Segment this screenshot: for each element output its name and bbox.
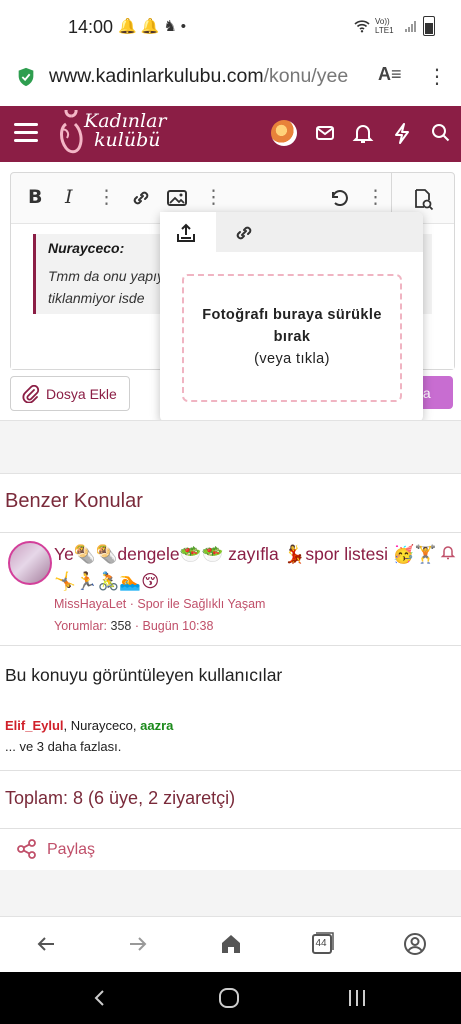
home-icon[interactable] [218, 931, 244, 957]
lock-icon[interactable] [15, 66, 37, 88]
more-edit-icon[interactable]: ⋮ [366, 186, 385, 209]
system-back-icon[interactable] [90, 988, 110, 1008]
footer-band [0, 870, 461, 916]
dropzone-subtitle: (veya tıkla) [254, 351, 330, 367]
quote-line: Tmm da onu yapıy [48, 268, 164, 284]
viewers-title: Bu konuyu görüntüleyen kullanıcılar [5, 665, 283, 685]
status-right-icons: Vo)) LTE1 [354, 16, 435, 36]
user-avatar[interactable] [271, 120, 297, 146]
logo-figure[interactable] [56, 110, 86, 156]
bell-icon[interactable] [440, 544, 456, 560]
link-icon [236, 226, 252, 240]
reader-mode-icon[interactable]: A≡ [378, 64, 402, 85]
undo-icon[interactable] [327, 187, 349, 209]
forward-icon[interactable] [125, 931, 151, 957]
viewer-link[interactable]: aazra [140, 718, 173, 733]
section-separator [0, 420, 461, 474]
replies-label: Yorumlar: [54, 619, 108, 633]
share-icon[interactable] [16, 838, 38, 860]
bold-icon[interactable]: B [28, 186, 42, 208]
upload-icon [177, 223, 195, 242]
attach-label: Dosya Ekle [46, 386, 117, 402]
preview-icon [415, 189, 434, 211]
battery-icon [423, 16, 435, 36]
dropzone-title: Fotoğrafı buraya sürükle bırak [202, 307, 382, 345]
menu-dots-icon[interactable]: ⋮ [427, 64, 447, 89]
divider [0, 828, 461, 829]
divider [0, 532, 461, 533]
viewers-more: ... ve 3 daha fazlası. [5, 739, 122, 754]
tab-count: 44 [315, 938, 327, 949]
bell-icon[interactable] [350, 120, 376, 146]
thread-date[interactable]: Bugün 10:38 [143, 619, 214, 633]
hamburger-icon[interactable] [14, 123, 38, 143]
search-icon[interactable] [428, 120, 454, 146]
share-link[interactable]: Paylaş [47, 841, 95, 859]
system-nav-bar [0, 972, 461, 1024]
url-bar: www.kadinlarkulubu.com/konu/yee A≡ ⋮ [0, 52, 461, 104]
viewers-list: Elif_Eylul, Nurayceco, aazra [5, 718, 174, 733]
thread-author[interactable]: MissHayaLet [54, 597, 126, 611]
online-total: Toplam: 8 (6 üye, 2 ziyaretçi) [5, 788, 236, 808]
mail-icon[interactable] [312, 120, 338, 146]
browser-bottom-nav: 44 [0, 916, 461, 973]
back-icon[interactable] [33, 931, 59, 957]
logo-line2: kulübü [94, 129, 161, 151]
viewer-link[interactable]: Nurayceco [71, 718, 133, 733]
popup-tabs [160, 212, 423, 252]
quote-line: tiklanmiyor isde [48, 290, 145, 306]
thread-forum[interactable]: Spor ile Sağlıklı Yaşam [137, 597, 265, 611]
site-logo[interactable]: Kadınlar kulübü [84, 112, 167, 150]
site-header: Kadınlar kulübü [0, 106, 461, 162]
divider [0, 770, 461, 771]
more-format-icon[interactable]: ⋮ [97, 186, 116, 209]
thread-author-avatar[interactable] [8, 541, 52, 585]
status-time: 14:00 [68, 17, 114, 37]
replies-count: 358 [110, 619, 132, 633]
similar-topics-title: Benzer Konular [5, 490, 143, 512]
status-bar: 14:00 🔔🔔♞• Vo)) LTE1 [0, 0, 461, 52]
wifi-icon [354, 20, 370, 33]
url-domain: www.kadinlarkulubu.com [49, 65, 264, 87]
url-path: /konu/yee [263, 65, 349, 87]
tab-link[interactable] [216, 212, 272, 252]
network-label: Vo)) LTE1 [375, 17, 394, 35]
tabs-button[interactable]: 44 [310, 931, 336, 957]
bolt-icon[interactable] [389, 120, 415, 146]
thread-title-link[interactable]: Ye🌯🌯dengele🥗🥗 zayıfla 💃spor listesi 🥳🏋🤸🏃… [54, 541, 439, 595]
link-icon[interactable] [130, 187, 152, 209]
image-dropzone[interactable]: Fotoğrafı buraya sürükle bırak (veya tık… [182, 274, 402, 402]
thread-meta: MissHayaLet · Spor ile Sağlıklı Yaşam [54, 597, 266, 611]
paperclip-icon [22, 385, 40, 403]
signal-icon [405, 21, 416, 32]
italic-icon[interactable]: I [65, 186, 73, 208]
notification-icons: 🔔🔔♞• [118, 18, 191, 35]
more-insert-icon[interactable]: ⋮ [204, 186, 223, 209]
attach-file-button[interactable]: Dosya Ekle [10, 376, 130, 411]
thread-stats: Yorumlar: 358 · Bugün 10:38 [54, 619, 214, 633]
viewer-link[interactable]: Elif_Eylul [5, 718, 64, 733]
tab-upload[interactable] [160, 212, 216, 252]
system-recents-icon[interactable] [346, 988, 368, 1008]
system-home-icon[interactable] [218, 988, 240, 1008]
quote-author: Nurayceco: [48, 240, 125, 256]
url-field[interactable]: www.kadinlarkulubu.com/konu/yee [49, 65, 369, 88]
account-icon[interactable] [402, 931, 428, 957]
image-upload-popup: Fotoğrafı buraya sürükle bırak (veya tık… [160, 212, 423, 422]
image-icon[interactable] [166, 187, 188, 209]
